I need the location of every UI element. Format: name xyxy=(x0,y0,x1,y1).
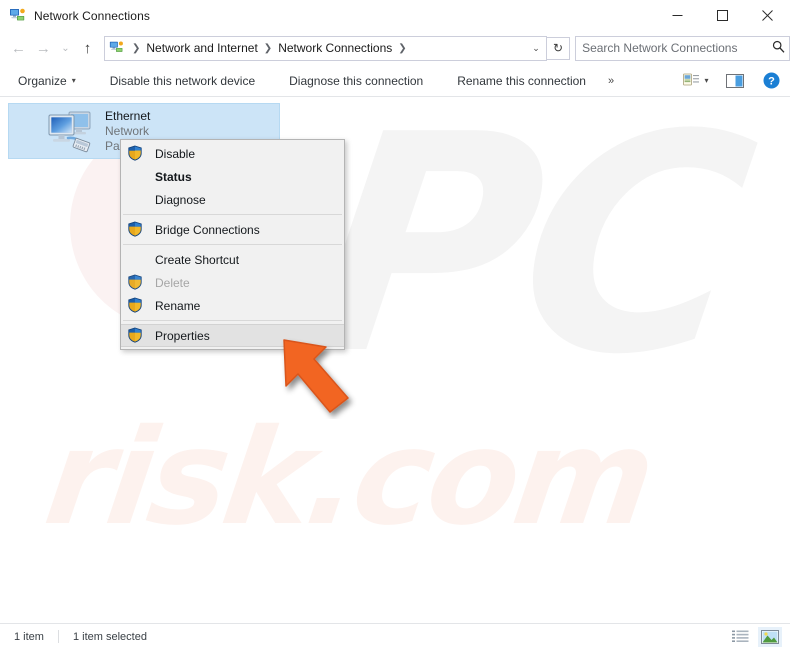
status-item-count: 1 item xyxy=(14,630,44,643)
title-bar: Network Connections xyxy=(0,0,790,32)
menu-item-create-shortcut-label: Create Shortcut xyxy=(155,252,240,267)
menu-item-create-shortcut[interactable]: Create Shortcut xyxy=(121,248,344,271)
organize-button[interactable]: Organize ▾ xyxy=(8,65,86,96)
menu-item-diagnose[interactable]: Diagnose xyxy=(121,188,344,211)
menu-item-delete: Delete xyxy=(121,271,344,294)
menu-item-bridge-connections[interactable]: Bridge Connections xyxy=(121,218,344,241)
refresh-button[interactable]: ↻ xyxy=(547,36,571,60)
items-view[interactable]: Ethernet Network Pa xyxy=(0,96,790,624)
maximize-button[interactable] xyxy=(700,0,745,31)
help-button[interactable]: ? xyxy=(752,68,790,94)
breadcrumb-separator-1[interactable]: ❯ xyxy=(260,43,276,54)
organize-label: Organize xyxy=(18,73,67,88)
context-menu[interactable]: Disable Status Diagnose Bridge Connectio… xyxy=(120,139,345,350)
recent-locations-button[interactable]: ⌄ xyxy=(56,35,75,61)
breadcrumb-separator-2[interactable]: ❯ xyxy=(394,43,410,54)
uac-shield-icon xyxy=(127,327,145,345)
window-title: Network Connections xyxy=(34,8,150,23)
change-view-button[interactable]: ▾ xyxy=(674,68,718,94)
menu-item-status[interactable]: Status xyxy=(121,165,344,188)
preview-pane-icon xyxy=(726,73,744,88)
menu-item-bridge-connections-label: Bridge Connections xyxy=(155,222,260,237)
menu-item-rename[interactable]: Rename xyxy=(121,294,344,317)
address-bar-row: ← → ⌄ ↑ ❯ Network and Internet ❯ Network… xyxy=(0,31,790,65)
menu-item-properties-label: Properties xyxy=(155,328,210,343)
menu-item-diagnose-label: Diagnose xyxy=(155,192,206,207)
window-controls xyxy=(655,0,790,31)
menu-item-disable-label: Disable xyxy=(155,146,196,161)
view-toggle-group xyxy=(728,626,790,647)
menu-item-status-label: Status xyxy=(155,169,192,184)
menu-separator xyxy=(123,244,342,245)
forward-button[interactable]: → xyxy=(31,35,56,61)
change-view-icon xyxy=(683,73,700,86)
address-bar[interactable]: ❯ Network and Internet ❯ Network Connect… xyxy=(104,35,547,61)
ethernet-adapter-icon xyxy=(45,109,97,153)
menu-item-rename-label: Rename xyxy=(155,298,201,313)
menu-item-properties[interactable]: Properties xyxy=(121,324,344,347)
command-bar: Organize ▾ Disable this network device D… xyxy=(0,65,790,97)
search-icon xyxy=(767,40,789,56)
file-explorer-window: PC risk.com Network Connections ← → ⌄ ↑ … xyxy=(0,0,790,649)
search-box[interactable]: Search Network Connections xyxy=(575,35,790,61)
menu-separator xyxy=(123,320,342,321)
address-bar-location-icon xyxy=(109,40,125,56)
breadcrumb-separator-0[interactable]: ❯ xyxy=(128,43,144,54)
help-icon: ? xyxy=(763,72,779,89)
menu-item-delete-label: Delete xyxy=(155,275,190,290)
diagnose-connection-button[interactable]: Diagnose this connection xyxy=(279,65,433,96)
search-input[interactable]: Search Network Connections xyxy=(576,41,767,55)
disable-network-device-button[interactable]: Disable this network device xyxy=(100,65,265,96)
preview-pane-button[interactable] xyxy=(718,68,752,94)
details-view-icon xyxy=(731,630,748,642)
change-view-chevron-icon: ▾ xyxy=(704,76,709,85)
large-icons-view-icon xyxy=(761,629,779,644)
menu-item-disable[interactable]: Disable xyxy=(121,142,344,165)
uac-shield-icon xyxy=(127,297,145,315)
up-button[interactable]: ↑ xyxy=(75,35,100,61)
command-bar-overflow-button[interactable]: » xyxy=(596,75,627,87)
uac-shield-icon xyxy=(127,274,145,292)
details-view-button[interactable] xyxy=(728,627,752,647)
uac-shield-icon xyxy=(127,145,145,163)
chevron-down-icon: ▾ xyxy=(71,76,76,85)
svg-text:?: ? xyxy=(768,76,775,88)
close-button[interactable] xyxy=(745,0,790,31)
status-bar: 1 item 1 item selected xyxy=(0,623,790,649)
network-connections-icon xyxy=(9,7,26,24)
back-button[interactable]: ← xyxy=(6,35,31,61)
address-bar-dropdown-icon[interactable]: ⌄ xyxy=(526,43,546,54)
status-selection-count: 1 item selected xyxy=(72,630,147,643)
list-item-name: Ethernet xyxy=(105,108,151,123)
rename-connection-button[interactable]: Rename this connection xyxy=(447,65,596,96)
large-icons-view-button[interactable] xyxy=(758,626,782,647)
menu-separator xyxy=(123,214,342,215)
list-item-network: Network xyxy=(105,123,150,138)
breadcrumb-network-and-internet[interactable]: Network and Internet xyxy=(144,41,259,55)
uac-shield-icon xyxy=(127,221,145,239)
minimize-button[interactable] xyxy=(655,0,700,31)
breadcrumb-network-connections[interactable]: Network Connections xyxy=(276,41,394,55)
